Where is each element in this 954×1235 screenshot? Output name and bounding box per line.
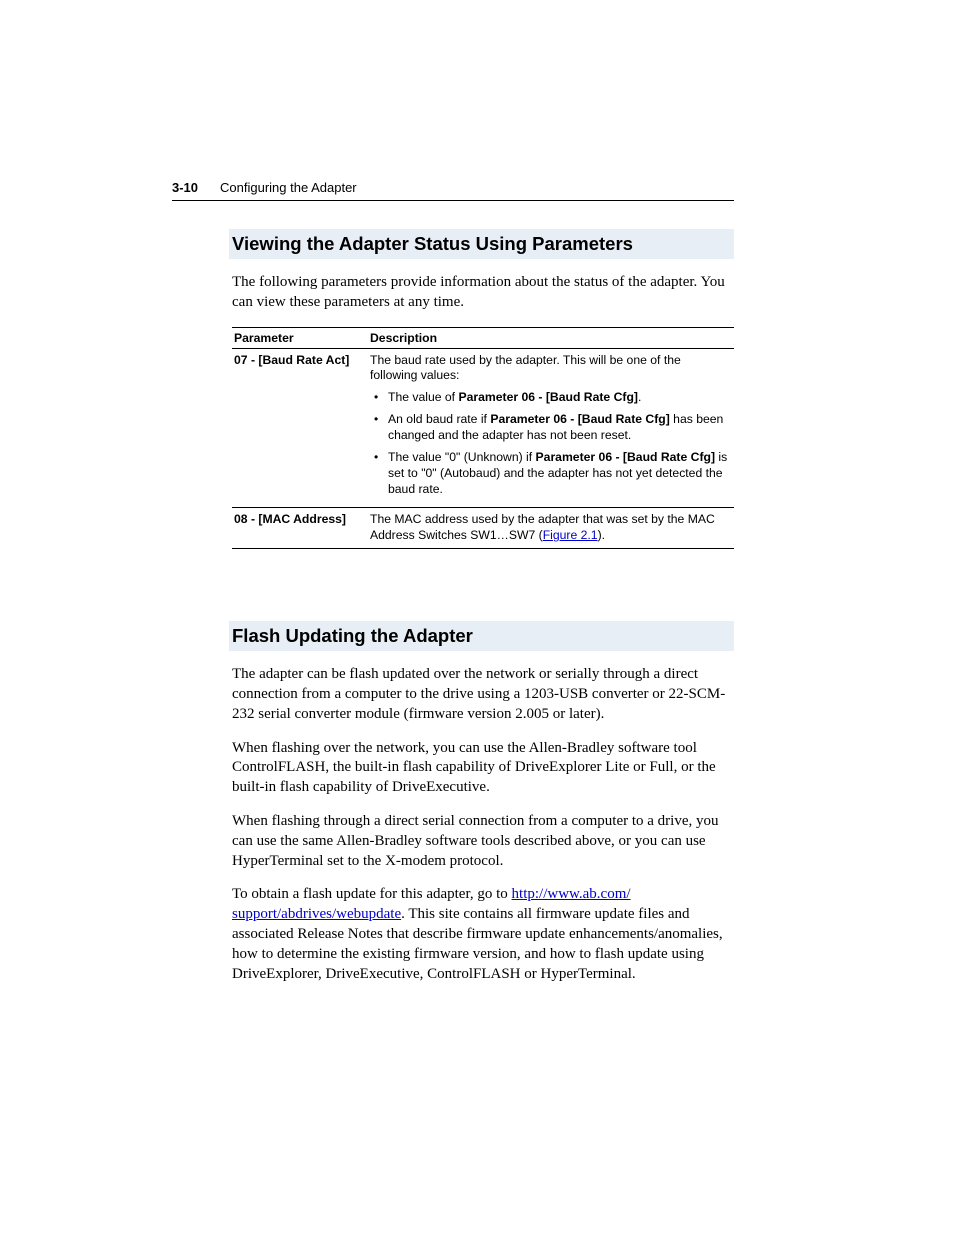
desc-mac-address: The MAC address used by the adapter that… [368,508,734,549]
header-section: Configuring the Adapter [220,180,357,195]
flash-para-2: When flashing over the network, you can … [232,739,734,798]
param-mac-address: 08 - [MAC Address] [232,508,368,549]
text: . [638,390,641,404]
flash-para-1: The adapter can be flash updated over th… [232,665,734,724]
desc-baud-rate-act: The baud rate used by the adapter. This … [368,348,734,508]
parameters-table: Parameter Description 07 - [Baud Rate Ac… [232,327,734,550]
text: To obtain a flash update for this adapte… [232,886,512,902]
update-link-part2[interactable]: support/abdrives/webupdate [232,906,401,922]
section-heading-flash: Flash Updating the Adapter [229,621,734,651]
text: An old baud rate if [388,412,490,426]
section-heading-viewing: Viewing the Adapter Status Using Paramet… [229,229,734,259]
bold-text: Parameter 06 - [Baud Rate Cfg] [490,412,669,426]
col-description: Description [368,327,734,348]
text: The value of [388,390,458,404]
intro-paragraph: The following parameters provide informa… [232,273,734,313]
bullet-item: The value "0" (Unknown) if Parameter 06 … [370,450,728,498]
table-row: 07 - [Baud Rate Act] The baud rate used … [232,348,734,508]
bold-text: Parameter 06 - [Baud Rate Cfg] [458,390,637,404]
page-number: 3-10 [172,180,198,195]
page-header: 3-10 Configuring the Adapter [172,180,734,201]
col-parameter: Parameter [232,327,368,348]
text: The value "0" (Unknown) if [388,450,536,464]
bullet-item: The value of Parameter 06 - [Baud Rate C… [370,390,728,406]
flash-para-4: To obtain a flash update for this adapte… [232,885,734,984]
figure-link[interactable]: Figure 2.1 [543,528,598,542]
bold-text: Parameter 06 - [Baud Rate Cfg] [536,450,715,464]
flash-para-3: When flashing through a direct serial co… [232,812,734,871]
param-baud-rate-act: 07 - [Baud Rate Act] [232,348,368,508]
table-row: 08 - [MAC Address] The MAC address used … [232,508,734,549]
page-container: 3-10 Configuring the Adapter Viewing the… [0,0,954,1098]
bullet-item: An old baud rate if Parameter 06 - [Baud… [370,412,728,444]
text: ). [598,528,605,542]
update-link-part1[interactable]: http://www.ab.com/ [512,886,631,902]
desc-intro: The baud rate used by the adapter. This … [370,353,681,383]
